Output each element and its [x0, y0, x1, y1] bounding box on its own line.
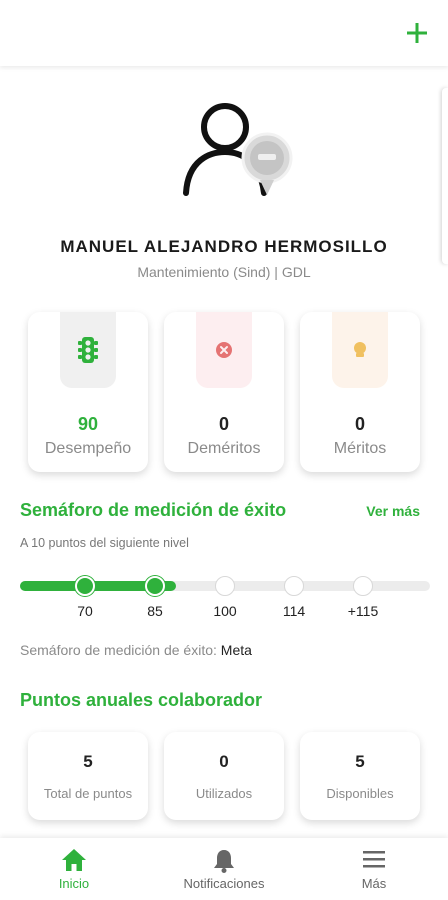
- stat-label: Deméritos: [187, 440, 261, 457]
- menu-icon: [363, 851, 385, 868]
- points-card-total: 5 Total de puntos: [28, 732, 148, 820]
- level-label: 100: [213, 603, 237, 619]
- stat-tile: [332, 312, 388, 388]
- stat-label: Desempeño: [44, 440, 132, 457]
- bottom-navigation: Inicio Notificaciones Más: [0, 838, 448, 900]
- level-label: 70: [77, 603, 93, 619]
- stat-card-meritos[interactable]: 0 Méritos: [300, 312, 420, 472]
- points-label: Utilizados: [195, 786, 253, 801]
- avatar: [180, 100, 300, 200]
- home-icon: [62, 849, 86, 871]
- nav-item-notificaciones[interactable]: Notificaciones: [164, 838, 284, 900]
- nav-item-inicio[interactable]: Inicio: [14, 838, 134, 900]
- stat-label: Méritos: [333, 440, 387, 457]
- top-app-bar: [0, 0, 448, 66]
- traffic-light-icon: [78, 337, 98, 363]
- nav-item-mas[interactable]: Más: [314, 838, 434, 900]
- status-label: Semáforo de medición de éxito:: [20, 642, 217, 658]
- points-card-disponibles: 5 Disponibles: [300, 732, 420, 820]
- level-label: +115: [347, 603, 379, 619]
- nav-label: Inicio: [58, 876, 90, 891]
- points-label: Disponibles: [326, 786, 394, 801]
- plus-icon: [407, 23, 427, 43]
- level-node-70: [75, 576, 95, 596]
- profile-name: MANUEL ALEJANDRO HERMOSILLO: [60, 237, 388, 256]
- points-value: 5: [355, 752, 365, 771]
- stat-tile: [196, 312, 252, 388]
- status-value: Meta: [220, 642, 252, 658]
- points-value: 0: [219, 752, 229, 771]
- level-label: 85: [147, 603, 163, 619]
- puntos-title: Puntos anuales colaborador: [20, 690, 263, 710]
- level-label: 114: [282, 603, 306, 619]
- stat-tile: [60, 312, 116, 388]
- level-node-85: [145, 576, 165, 596]
- level-node-115-plus: [353, 576, 373, 596]
- points-card-utilizados: 0 Utilizados: [164, 732, 284, 820]
- stat-card-desempeno[interactable]: 90 Desempeño: [28, 312, 148, 472]
- stat-card-demeritos[interactable]: 0 Deméritos: [164, 312, 284, 472]
- medal-icon: [354, 342, 366, 357]
- stat-value: 0: [218, 414, 229, 434]
- add-button[interactable]: [402, 18, 432, 48]
- semaforo-status: Semáforo de medición de éxito: Meta: [20, 642, 252, 658]
- user-with-badge-icon: [183, 103, 293, 196]
- next-level-caption: A 10 puntos del siguiente nivel: [20, 536, 189, 550]
- points-value: 5: [83, 752, 93, 771]
- bell-icon: [214, 850, 234, 873]
- points-label: Total de puntos: [43, 786, 133, 801]
- stat-value: 0: [354, 414, 365, 434]
- profile-subtitle: Mantenimiento (Sind) | GDL: [137, 264, 311, 280]
- ver-mas-link[interactable]: Ver más: [366, 503, 420, 519]
- nav-label: Notificaciones: [183, 876, 265, 891]
- level-node-100: [215, 576, 235, 596]
- x-circle-icon: [216, 342, 232, 358]
- nav-label: Más: [361, 876, 387, 891]
- level-node-114: [284, 576, 304, 596]
- level-progress-bar: [20, 570, 430, 606]
- semaforo-title: Semáforo de medición de éxito: [20, 500, 287, 520]
- stat-value: 90: [77, 414, 99, 434]
